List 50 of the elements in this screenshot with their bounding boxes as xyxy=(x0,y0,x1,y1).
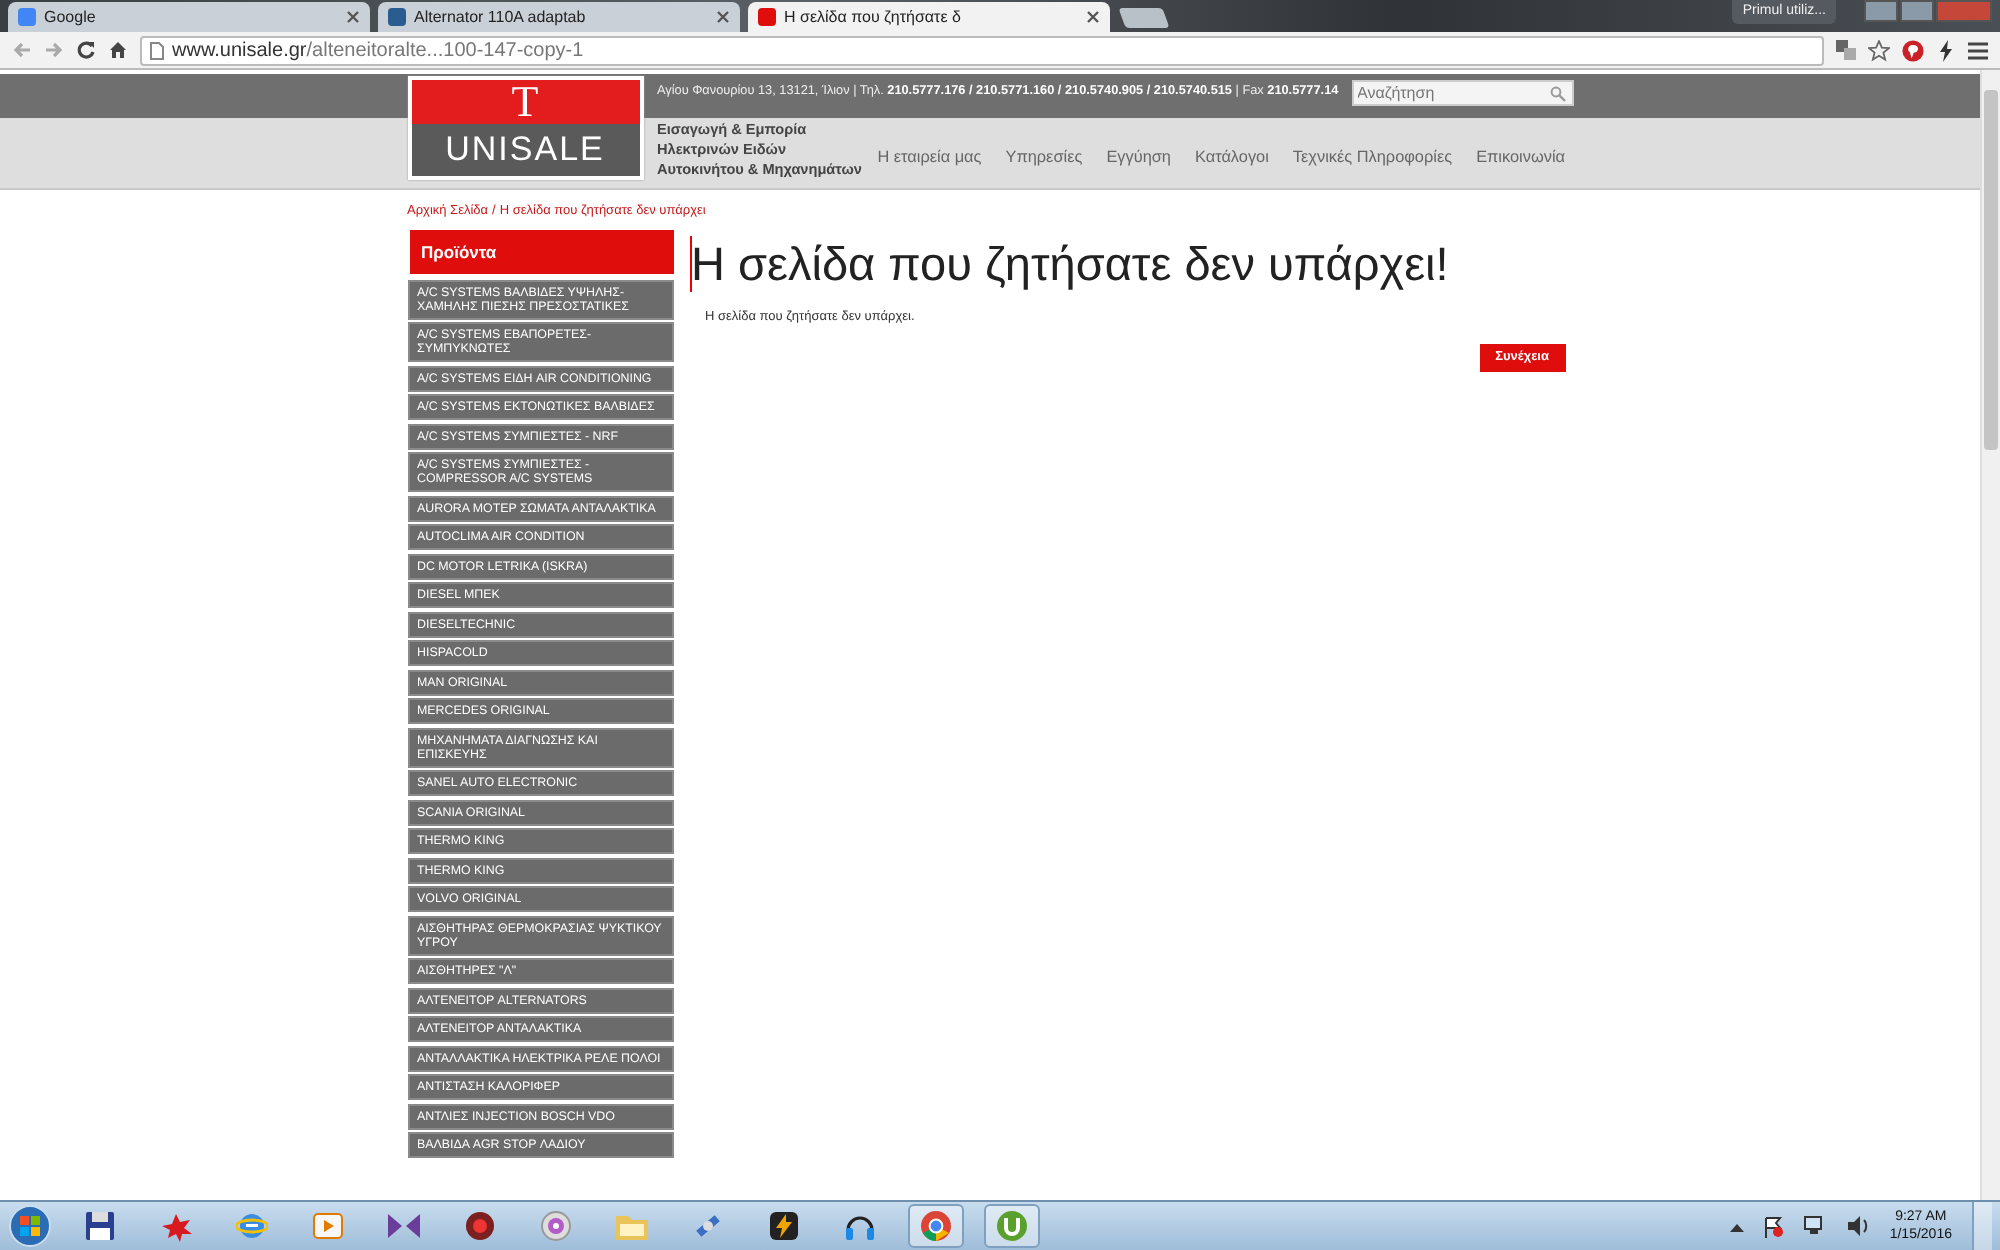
nav-link-item[interactable]: Κατάλογοι xyxy=(1194,146,1269,171)
close-icon[interactable] xyxy=(1086,10,1100,24)
nav-link-item[interactable]: Εγγύηση xyxy=(1106,146,1171,171)
nav-link-item[interactable]: Η εταιρεία μας xyxy=(877,146,982,171)
headphones-icon[interactable] xyxy=(844,1210,876,1242)
translate-icon[interactable] xyxy=(1836,40,1856,60)
page-heading: Η σελίδα που ζητήσατε δεν υπάρχει! xyxy=(689,235,1573,292)
minimize-button[interactable] xyxy=(1864,0,1898,22)
paint-splash-icon[interactable] xyxy=(158,1210,194,1242)
menu-icon[interactable] xyxy=(1968,41,1988,59)
close-icon[interactable] xyxy=(346,10,360,24)
record-icon[interactable] xyxy=(464,1210,496,1242)
lightning-icon[interactable] xyxy=(1936,39,1956,61)
home-icon[interactable] xyxy=(108,40,128,60)
browser-tab[interactable]: Η σελίδα που ζητήσατε δ xyxy=(748,2,1110,32)
search-field[interactable]: Αναζήτηση xyxy=(1351,80,1573,106)
nav-link-item[interactable]: Υπηρεσίες xyxy=(1005,146,1083,171)
sidebar-heading: Προϊόντα xyxy=(407,229,673,274)
browser-tab[interactable]: Alternator 110A adaptab xyxy=(378,2,740,32)
favicon-icon xyxy=(18,8,36,26)
url-text: www.unisale.gr/alteneitoralte...100-147-copy-1 xyxy=(172,37,584,65)
favicon-icon xyxy=(388,8,406,26)
browser-tab[interactable]: Google xyxy=(8,2,370,32)
pin-icon[interactable] xyxy=(1902,39,1924,61)
lightning-icon[interactable] xyxy=(768,1210,800,1242)
scrollbar[interactable] xyxy=(1980,70,2000,1200)
nav-link-item[interactable]: Επικοινωνία xyxy=(1476,146,1565,171)
flag-icon[interactable] xyxy=(1763,1215,1784,1237)
favicon-icon xyxy=(758,8,776,26)
search-icon[interactable] xyxy=(1549,85,1565,101)
start-button[interactable] xyxy=(8,1204,52,1248)
new-tab-button[interactable] xyxy=(1118,8,1170,28)
reload-icon[interactable] xyxy=(76,40,96,60)
star-icon[interactable] xyxy=(1868,39,1890,61)
browser-e-icon[interactable] xyxy=(236,1210,268,1242)
address-bar[interactable]: www.unisale.gr/alteneitoralte...100-147-copy-1 xyxy=(140,35,1824,65)
media-player-icon[interactable] xyxy=(312,1210,344,1242)
nav-link-item[interactable]: Τεχνικές Πληροφορίες xyxy=(1292,146,1453,171)
tray-arrow-icon[interactable] xyxy=(1729,1221,1744,1231)
close-icon[interactable] xyxy=(716,10,730,24)
network-icon[interactable] xyxy=(1803,1216,1828,1236)
disc-icon[interactable] xyxy=(540,1210,572,1242)
torrent-icon[interactable] xyxy=(996,1210,1028,1242)
round-browser-icon[interactable] xyxy=(920,1210,952,1242)
bow-tie-icon[interactable] xyxy=(386,1210,422,1242)
unisale-logo[interactable]: T UNISALE xyxy=(407,76,643,180)
page-icon xyxy=(150,41,164,59)
satellite-icon[interactable] xyxy=(692,1210,724,1242)
maximize-button[interactable] xyxy=(1900,0,1934,22)
speaker-icon[interactable] xyxy=(1847,1216,1870,1236)
